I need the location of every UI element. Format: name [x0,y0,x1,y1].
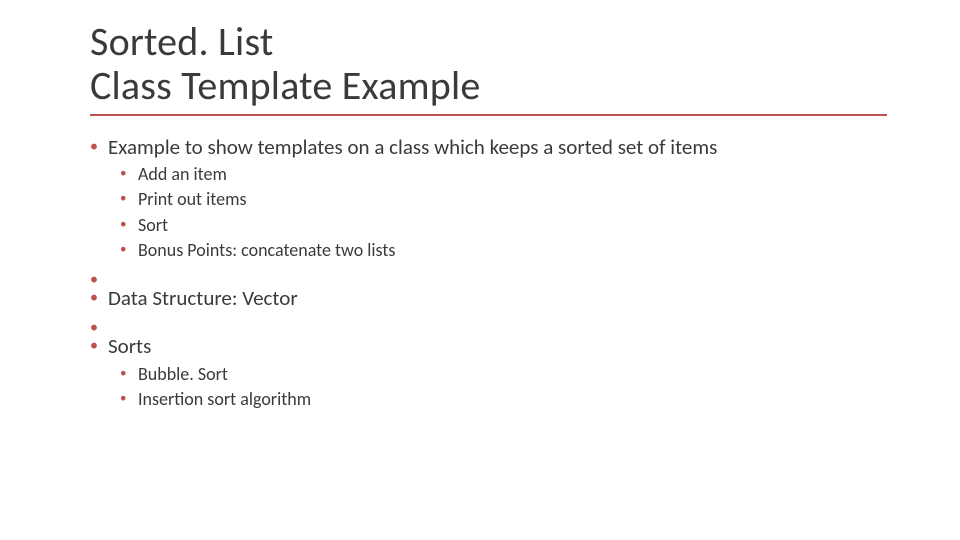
slide: Sorted. List Class Template Example Exam… [0,0,960,540]
bullet-text: Bubble. Sort [138,363,228,385]
bullet-text: Sorts [108,333,151,359]
bullet-text: Data Structure: Vector [108,285,298,311]
list-item: Sort [120,213,880,238]
title-underline [90,114,887,116]
list-item: Data Structure: Vector [90,285,880,311]
sub-list: Bubble. Sort Insertion sort algorithm [108,362,880,412]
list-item: Example to show templates on a class whi… [90,134,880,263]
sub-list: Add an item Print out items Sort Bonus P… [108,162,880,263]
list-item: Bonus Points: concatenate two lists [120,238,880,263]
list-item: Print out items [120,187,880,212]
list-item: Bubble. Sort [120,362,880,387]
list-item: Add an item [120,162,880,187]
bullet-text: Bonus Points: concatenate two lists [138,239,395,261]
bullet-text: Insertion sort algorithm [138,388,311,410]
spacer [90,267,880,281]
spacer [90,315,880,329]
title-line-1: Sorted. List [90,17,273,66]
bullet-text: Add an item [138,163,227,185]
bullet-text: Example to show templates on a class whi… [108,134,717,160]
bullet-text: Sort [138,214,168,236]
slide-title: Sorted. List Class Template Example [90,20,880,108]
bullet-text: Print out items [138,188,246,210]
list-item: Insertion sort algorithm [120,387,880,412]
title-line-2: Class Template Example [90,61,480,110]
bullet-list: Example to show templates on a class whi… [90,134,880,412]
list-item: Sorts Bubble. Sort Insertion sort algori… [90,333,880,412]
